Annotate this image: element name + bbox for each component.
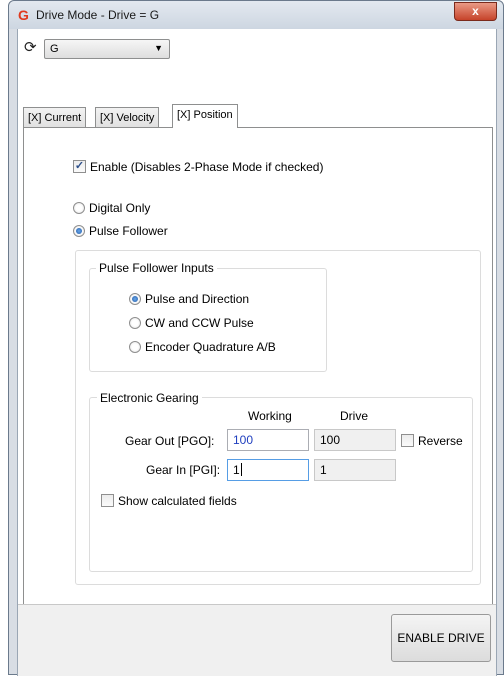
drive-select-value: G: [50, 43, 59, 55]
cw-ccw-pulse-radio[interactable]: [129, 317, 141, 329]
tab-velocity[interactable]: [X] Velocity: [95, 107, 160, 127]
close-icon: x: [472, 4, 479, 18]
tab-current-label: [X] Current: [28, 112, 82, 124]
client-area: ⟳ G ▼ [X] Current [X] Velocity [X] Posit…: [17, 29, 497, 676]
text-cursor: [240, 463, 242, 476]
show-calculated-checkbox[interactable]: [101, 494, 114, 507]
working-column-header: Working: [248, 409, 292, 423]
electronic-gearing-group: [89, 397, 473, 572]
chevron-down-icon: ▼: [154, 43, 163, 53]
gear-in-drive-value-box: 1: [314, 459, 396, 481]
gear-in-working-input[interactable]: 1: [227, 459, 309, 481]
tab-position-label: [X] Position: [177, 109, 233, 121]
drive-column-header: Drive: [340, 409, 369, 423]
gear-out-drive-value-box: 100: [314, 429, 396, 451]
refresh-icon[interactable]: ⟳: [24, 40, 37, 55]
app-logo-icon: G: [18, 7, 29, 23]
drive-select[interactable]: G ▼: [44, 39, 170, 59]
tab-current[interactable]: [X] Current: [23, 107, 87, 127]
gear-out-working-input[interactable]: 100: [227, 429, 309, 451]
encoder-quadrature-radio[interactable]: [129, 341, 141, 353]
pulse-and-direction-radio[interactable]: [129, 293, 141, 305]
gear-out-label: Gear Out [PGO]:: [125, 434, 215, 448]
tab-velocity-label: [X] Velocity: [100, 112, 155, 124]
close-button[interactable]: x: [454, 2, 497, 21]
gear-out-drive-value: 100: [320, 433, 341, 447]
window-title: Drive Mode - Drive = G: [36, 8, 160, 22]
position-tab-panel: ✓ Enable (Disables 2-Phase Mode if check…: [23, 127, 493, 632]
enable-drive-button[interactable]: ENABLE DRIVE: [391, 614, 491, 662]
reverse-checkbox[interactable]: [401, 434, 414, 447]
enable-checkbox[interactable]: ✓: [73, 160, 86, 173]
encoder-quadrature-label: Encoder Quadrature A/B: [145, 340, 276, 354]
title-bar[interactable]: G Drive Mode - Drive = G x: [9, 1, 503, 29]
digital-only-radio[interactable]: [73, 202, 85, 214]
gear-in-drive-value: 1: [320, 463, 327, 477]
pulse-follower-inputs-legend: Pulse Follower Inputs: [96, 261, 217, 275]
tab-position[interactable]: [X] Position: [172, 104, 238, 128]
gear-in-working-value: 1: [233, 463, 240, 477]
gear-out-working-value: 100: [233, 433, 254, 447]
pulse-follower-label: Pulse Follower: [89, 224, 168, 238]
digital-only-label: Digital Only: [89, 201, 151, 215]
pulse-follower-radio[interactable]: [73, 225, 85, 237]
electronic-gearing-legend: Electronic Gearing: [97, 391, 202, 405]
show-calculated-label: Show calculated fields: [118, 494, 237, 508]
gear-in-label: Gear In [PGI]:: [146, 463, 221, 477]
pulse-and-direction-label: Pulse and Direction: [145, 292, 250, 306]
enable-checkbox-label: Enable (Disables 2-Phase Mode if checked…: [90, 160, 324, 174]
reverse-label: Reverse: [418, 434, 463, 448]
enable-drive-label: ENABLE DRIVE: [397, 631, 485, 645]
drive-mode-window: G Drive Mode - Drive = G x ⟳ G ▼ [X] Cur…: [8, 0, 504, 676]
cw-ccw-pulse-label: CW and CCW Pulse: [145, 316, 254, 330]
